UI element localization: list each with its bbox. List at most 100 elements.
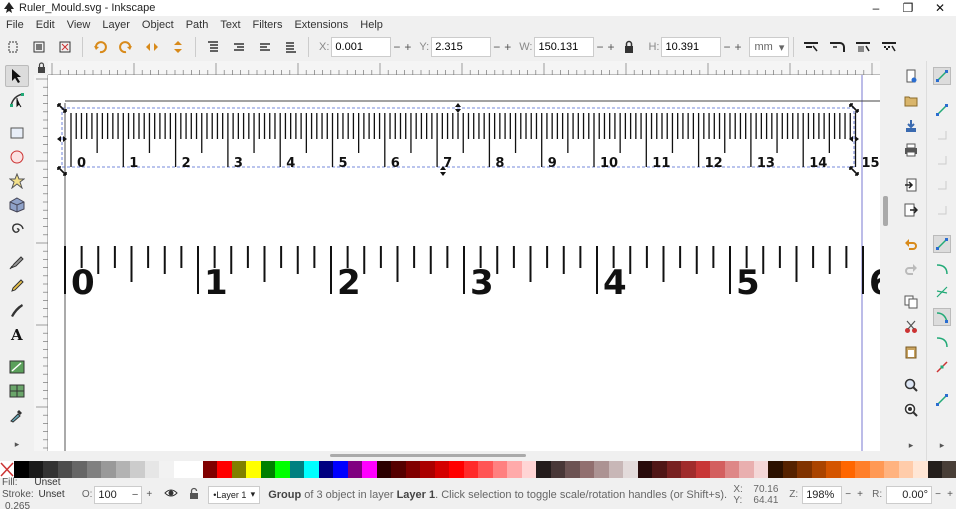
- menu-extensions[interactable]: Extensions: [294, 19, 348, 31]
- print-icon[interactable]: [902, 141, 920, 159]
- palette-swatch[interactable]: [420, 461, 435, 478]
- scale-corners-icon[interactable]: [826, 36, 848, 58]
- copy-icon[interactable]: [902, 293, 920, 311]
- palette-swatch[interactable]: [695, 461, 710, 478]
- palette-swatch[interactable]: [608, 461, 623, 478]
- palette-swatch[interactable]: [144, 461, 159, 478]
- 3d-box-tool-icon[interactable]: [5, 194, 29, 216]
- scale-stroke-icon[interactable]: [800, 36, 822, 58]
- vertical-ruler[interactable]: [34, 75, 48, 451]
- palette-swatch[interactable]: [753, 461, 768, 478]
- palette-swatch[interactable]: [710, 461, 725, 478]
- palette-swatch[interactable]: [362, 461, 377, 478]
- toolbox-expand-icon[interactable]: ▸: [5, 437, 29, 451]
- menu-file[interactable]: File: [6, 19, 24, 31]
- text-tool-icon[interactable]: A: [5, 323, 29, 345]
- palette-swatch[interactable]: [681, 461, 696, 478]
- layer-select[interactable]: •Layer 1 ▾: [208, 485, 261, 504]
- palette-swatch[interactable]: [840, 461, 855, 478]
- raise-icon[interactable]: [228, 36, 250, 58]
- deselect-icon[interactable]: [54, 36, 76, 58]
- palette-swatch[interactable]: [652, 461, 667, 478]
- rotate-cw-icon[interactable]: [115, 36, 137, 58]
- palette-swatch[interactable]: [797, 461, 812, 478]
- palette-swatch[interactable]: [289, 461, 304, 478]
- snap-nodes-icon[interactable]: [933, 235, 951, 253]
- w-increment-button[interactable]: +: [605, 40, 616, 54]
- menu-text[interactable]: Text: [220, 19, 240, 31]
- maximize-button[interactable]: ❐: [892, 0, 924, 16]
- palette-swatch[interactable]: [57, 461, 72, 478]
- calligraphy-tool-icon[interactable]: [5, 299, 29, 321]
- palette-swatch[interactable]: [72, 461, 87, 478]
- palette-swatch[interactable]: [217, 461, 232, 478]
- zoom-drawing-icon[interactable]: [902, 401, 920, 419]
- palette-swatch[interactable]: [565, 461, 580, 478]
- h-input[interactable]: [661, 37, 722, 57]
- x-input[interactable]: [331, 37, 392, 57]
- snap-bbox-icon[interactable]: [933, 101, 951, 119]
- snap-midpoints-icon[interactable]: [933, 358, 951, 376]
- ellipse-tool-icon[interactable]: [5, 146, 29, 168]
- palette-swatch[interactable]: [318, 461, 333, 478]
- select-all-icon[interactable]: [2, 36, 24, 58]
- zoom-increment-button[interactable]: +: [854, 489, 866, 500]
- vertical-scrollbar[interactable]: [880, 61, 891, 451]
- drawing-canvas[interactable]: 0123456789101112131415 0123456: [48, 75, 880, 451]
- stroke-width-value[interactable]: 0.265: [5, 501, 30, 509]
- palette-swatch[interactable]: [449, 461, 464, 478]
- unit-select[interactable]: mm ▾: [749, 37, 790, 57]
- star-tool-icon[interactable]: [5, 170, 29, 192]
- node-tool-icon[interactable]: [5, 89, 29, 111]
- y-decrement-button[interactable]: −: [491, 40, 502, 54]
- h-increment-button[interactable]: +: [732, 40, 743, 54]
- rotate-field[interactable]: 0.00°: [886, 485, 933, 504]
- commands-expand-icon[interactable]: ▸: [902, 439, 920, 451]
- palette-swatch[interactable]: [782, 461, 797, 478]
- rotate-decrement-button[interactable]: −: [932, 489, 944, 500]
- zoom-selection-icon[interactable]: [902, 376, 920, 394]
- snap-bbox-midpoints-icon[interactable]: [933, 176, 951, 194]
- palette-swatch[interactable]: [550, 461, 565, 478]
- lower-icon[interactable]: [254, 36, 276, 58]
- palette-swatch[interactable]: [188, 461, 203, 478]
- snap-expand-icon[interactable]: ▸: [933, 439, 951, 451]
- menu-filters[interactable]: Filters: [253, 19, 283, 31]
- vertical-scrollbar-thumb[interactable]: [883, 196, 888, 226]
- palette-swatch[interactable]: [869, 461, 884, 478]
- palette-swatch[interactable]: [768, 461, 783, 478]
- snap-smooth-nodes-icon[interactable]: [933, 333, 951, 351]
- snap-centers-icon[interactable]: [933, 391, 951, 409]
- palette-swatch[interactable]: [536, 461, 551, 478]
- save-icon[interactable]: [902, 117, 920, 135]
- palette-swatch[interactable]: [666, 461, 681, 478]
- cut-icon[interactable]: [902, 318, 920, 336]
- x-decrement-button[interactable]: −: [391, 40, 402, 54]
- redo-icon[interactable]: [902, 260, 920, 278]
- open-folder-icon[interactable]: [902, 92, 920, 110]
- palette-swatch[interactable]: [724, 461, 739, 478]
- palette-swatch[interactable]: [14, 461, 29, 478]
- palette-swatch[interactable]: [434, 461, 449, 478]
- palette-swatch[interactable]: [115, 461, 130, 478]
- palette-swatch[interactable]: [507, 461, 522, 478]
- palette-swatch[interactable]: [811, 461, 826, 478]
- palette-swatch[interactable]: [28, 461, 43, 478]
- palette-swatch[interactable]: [826, 461, 841, 478]
- pen-tool-icon[interactable]: [5, 251, 29, 273]
- snap-paths-icon[interactable]: [933, 260, 951, 278]
- toggle-visibility-icon[interactable]: [164, 487, 180, 502]
- select-all-layers-icon[interactable]: [28, 36, 50, 58]
- opacity-decrement-button[interactable]: −: [132, 489, 138, 501]
- gradient-tool-icon[interactable]: [5, 356, 29, 378]
- palette-swatch[interactable]: [405, 461, 420, 478]
- palette-swatch[interactable]: [376, 461, 391, 478]
- palette-swatch[interactable]: [478, 461, 493, 478]
- undo-icon[interactable]: [902, 235, 920, 253]
- palette-swatch[interactable]: [492, 461, 507, 478]
- horizontal-scrollbar[interactable]: [48, 451, 880, 460]
- toggle-lock-icon[interactable]: [188, 487, 202, 503]
- snap-bbox-edges-icon[interactable]: [933, 126, 951, 144]
- rectangle-tool-icon[interactable]: [5, 122, 29, 144]
- palette-swatch[interactable]: [101, 461, 116, 478]
